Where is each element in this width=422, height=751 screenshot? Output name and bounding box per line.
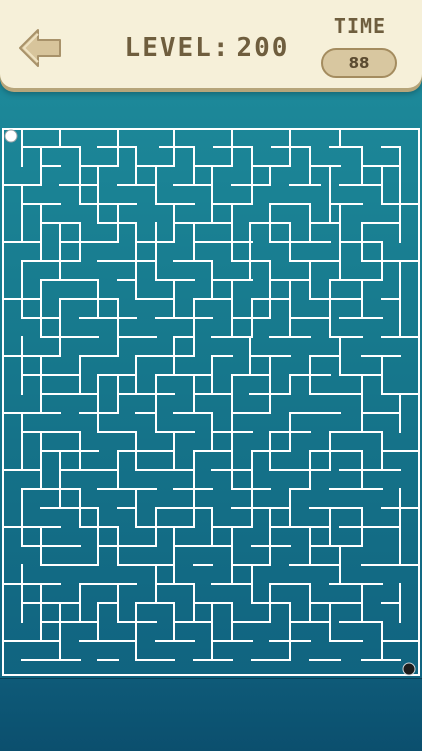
top-bar: LEVEL : 200 TIME 88 [0,0,422,88]
level-number: 200 [236,33,290,63]
arrow-left-icon [19,29,61,67]
goal-ball [402,662,416,676]
maze-svg [2,128,420,676]
level-label: LEVEL [124,33,213,63]
level-separator: : [212,33,231,63]
bottom-panel [0,678,422,751]
back-button[interactable] [16,26,66,70]
maze-walls [2,128,420,676]
time-counter: 88 [321,48,397,78]
level-indicator: LEVEL : 200 [112,28,302,68]
maze-board[interactable] [0,126,422,678]
player-ball[interactable] [4,129,18,143]
time-value: 88 [348,54,370,72]
time-label: TIME [333,14,387,38]
